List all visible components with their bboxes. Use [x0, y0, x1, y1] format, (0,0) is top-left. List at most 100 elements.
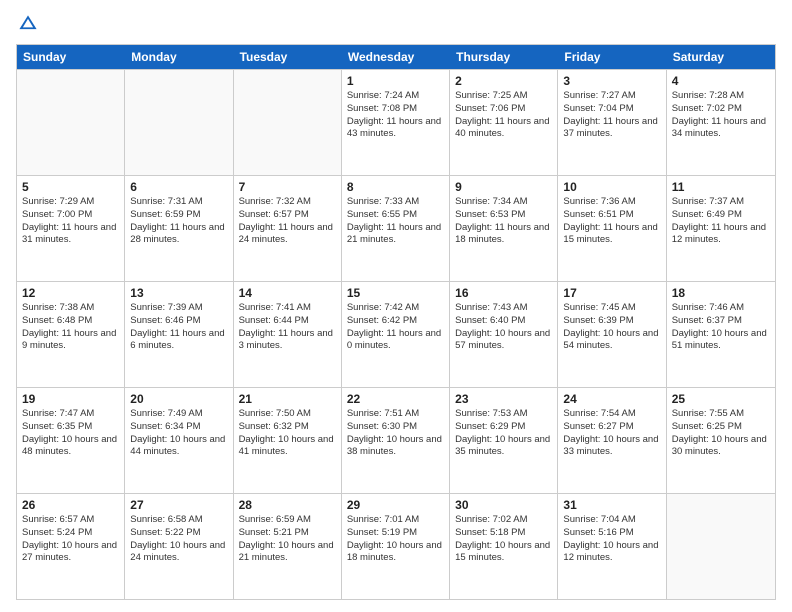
day-header-thursday: Thursday	[450, 45, 558, 69]
day-cell-1: 1 Sunrise: 7:24 AM Sunset: 7:08 PM Daylig…	[342, 70, 450, 175]
day-number: 7	[239, 180, 336, 194]
week-row-5: 26Sunrise: 6:57 AM Sunset: 5:24 PM Dayli…	[17, 493, 775, 599]
logo	[16, 12, 44, 36]
day-info: Sunrise: 7:24 AM Sunset: 7:08 PM Dayligh…	[347, 90, 444, 141]
day-cell-18: 18 Sunrise: 7:46 AM Sunset: 6:37 PM Dayli…	[667, 282, 775, 387]
day-number: 31	[563, 498, 660, 512]
day-cell-24: 24 Sunrise: 7:54 AM Sunset: 6:27 PM Dayli…	[558, 388, 666, 493]
day-number: 11	[672, 180, 770, 194]
day-info: Sunrise: 7:33 AM Sunset: 6:55 PM Dayligh…	[347, 196, 444, 247]
day-number: 24	[563, 392, 660, 406]
day-info: Sunrise: 7:42 AM Sunset: 6:42 PM Dayligh…	[347, 302, 444, 353]
day-info: Sunrise: 7:36 AM Sunset: 6:51 PM Dayligh…	[563, 196, 660, 247]
day-number: 23	[455, 392, 552, 406]
header	[16, 12, 776, 36]
day-number: 18	[672, 286, 770, 300]
week-row-4: 19 Sunrise: 7:47 AM Sunset: 6:35 PM Dayli…	[17, 387, 775, 493]
day-cell-7: 7 Sunrise: 7:32 AM Sunset: 6:57 PM Daylig…	[234, 176, 342, 281]
day-cell-31: 31 Sunrise: 7:04 AM Sunset: 5:16 PM Dayli…	[558, 494, 666, 599]
day-info: Sunrise: 7:45 AM Sunset: 6:39 PM Dayligh…	[563, 302, 660, 353]
day-number: 8	[347, 180, 444, 194]
day-number: 25	[672, 392, 770, 406]
day-number: 15	[347, 286, 444, 300]
day-info: Sunrise: 7:55 AM Sunset: 6:25 PM Dayligh…	[672, 408, 770, 459]
day-number: 13	[130, 286, 227, 300]
day-info: Sunrise: 7:28 AM Sunset: 7:02 PM Dayligh…	[672, 90, 770, 141]
day-info: Sunrise: 6:59 AM Sunset: 5:21 PM Dayligh…	[239, 514, 336, 565]
day-info: Sunrise: 7:29 AM Sunset: 7:00 PM Dayligh…	[22, 196, 119, 247]
day-info: Sunrise: 7:34 AM Sunset: 6:53 PM Dayligh…	[455, 196, 552, 247]
day-info: Sunrise: 6:57 AM Sunset: 5:24 PM Dayligh…	[22, 514, 119, 565]
day-number: 21	[239, 392, 336, 406]
page: SundayMondayTuesdayWednesdayThursdayFrid…	[0, 0, 792, 612]
day-header-sunday: Sunday	[17, 45, 125, 69]
calendar: SundayMondayTuesdayWednesdayThursdayFrid…	[16, 44, 776, 600]
day-cell-22: 22Sunrise: 7:51 AM Sunset: 6:30 PM Dayli…	[342, 388, 450, 493]
day-info: Sunrise: 6:58 AM Sunset: 5:22 PM Dayligh…	[130, 514, 227, 565]
day-info: Sunrise: 7:32 AM Sunset: 6:57 PM Dayligh…	[239, 196, 336, 247]
day-info: Sunrise: 7:02 AM Sunset: 5:18 PM Dayligh…	[455, 514, 552, 565]
day-info: Sunrise: 7:50 AM Sunset: 6:32 PM Dayligh…	[239, 408, 336, 459]
day-cell-14: 14Sunrise: 7:41 AM Sunset: 6:44 PM Dayli…	[234, 282, 342, 387]
day-cell-29: 29Sunrise: 7:01 AM Sunset: 5:19 PM Dayli…	[342, 494, 450, 599]
day-cell-23: 23 Sunrise: 7:53 AM Sunset: 6:29 PM Dayli…	[450, 388, 558, 493]
day-info: Sunrise: 7:04 AM Sunset: 5:16 PM Dayligh…	[563, 514, 660, 565]
day-cell-13: 13 Sunrise: 7:39 AM Sunset: 6:46 PM Dayli…	[125, 282, 233, 387]
day-number: 2	[455, 74, 552, 88]
day-cell-27: 27 Sunrise: 6:58 AM Sunset: 5:22 PM Dayli…	[125, 494, 233, 599]
day-number: 19	[22, 392, 119, 406]
day-info: Sunrise: 7:54 AM Sunset: 6:27 PM Dayligh…	[563, 408, 660, 459]
empty-cell	[234, 70, 342, 175]
day-cell-4: 4 Sunrise: 7:28 AM Sunset: 7:02 PM Daylig…	[667, 70, 775, 175]
day-number: 1	[347, 74, 444, 88]
day-number: 4	[672, 74, 770, 88]
empty-cell	[125, 70, 233, 175]
day-cell-30: 30 Sunrise: 7:02 AM Sunset: 5:18 PM Dayli…	[450, 494, 558, 599]
day-cell-15: 15 Sunrise: 7:42 AM Sunset: 6:42 PM Dayli…	[342, 282, 450, 387]
day-cell-21: 21 Sunrise: 7:50 AM Sunset: 6:32 PM Dayli…	[234, 388, 342, 493]
day-cell-5: 5 Sunrise: 7:29 AM Sunset: 7:00 PM Daylig…	[17, 176, 125, 281]
day-number: 20	[130, 392, 227, 406]
day-cell-26: 26Sunrise: 6:57 AM Sunset: 5:24 PM Dayli…	[17, 494, 125, 599]
day-info: Sunrise: 7:49 AM Sunset: 6:34 PM Dayligh…	[130, 408, 227, 459]
week-row-3: 12Sunrise: 7:38 AM Sunset: 6:48 PM Dayli…	[17, 281, 775, 387]
day-cell-20: 20 Sunrise: 7:49 AM Sunset: 6:34 PM Dayli…	[125, 388, 233, 493]
day-number: 27	[130, 498, 227, 512]
logo-icon	[16, 12, 40, 36]
day-number: 16	[455, 286, 552, 300]
day-number: 30	[455, 498, 552, 512]
day-number: 5	[22, 180, 119, 194]
day-info: Sunrise: 7:39 AM Sunset: 6:46 PM Dayligh…	[130, 302, 227, 353]
calendar-header: SundayMondayTuesdayWednesdayThursdayFrid…	[17, 45, 775, 69]
day-info: Sunrise: 7:41 AM Sunset: 6:44 PM Dayligh…	[239, 302, 336, 353]
day-info: Sunrise: 7:38 AM Sunset: 6:48 PM Dayligh…	[22, 302, 119, 353]
week-row-2: 5 Sunrise: 7:29 AM Sunset: 7:00 PM Daylig…	[17, 175, 775, 281]
day-cell-11: 11 Sunrise: 7:37 AM Sunset: 6:49 PM Dayli…	[667, 176, 775, 281]
day-header-monday: Monday	[125, 45, 233, 69]
day-info: Sunrise: 7:43 AM Sunset: 6:40 PM Dayligh…	[455, 302, 552, 353]
day-cell-2: 2 Sunrise: 7:25 AM Sunset: 7:06 PM Daylig…	[450, 70, 558, 175]
day-number: 17	[563, 286, 660, 300]
day-number: 28	[239, 498, 336, 512]
day-number: 6	[130, 180, 227, 194]
day-cell-17: 17 Sunrise: 7:45 AM Sunset: 6:39 PM Dayli…	[558, 282, 666, 387]
day-cell-12: 12Sunrise: 7:38 AM Sunset: 6:48 PM Dayli…	[17, 282, 125, 387]
day-cell-28: 28 Sunrise: 6:59 AM Sunset: 5:21 PM Dayli…	[234, 494, 342, 599]
day-info: Sunrise: 7:53 AM Sunset: 6:29 PM Dayligh…	[455, 408, 552, 459]
day-cell-8: 8 Sunrise: 7:33 AM Sunset: 6:55 PM Daylig…	[342, 176, 450, 281]
day-cell-6: 6 Sunrise: 7:31 AM Sunset: 6:59 PM Daylig…	[125, 176, 233, 281]
day-header-wednesday: Wednesday	[342, 45, 450, 69]
day-cell-16: 16 Sunrise: 7:43 AM Sunset: 6:40 PM Dayli…	[450, 282, 558, 387]
day-info: Sunrise: 7:46 AM Sunset: 6:37 PM Dayligh…	[672, 302, 770, 353]
empty-cell	[667, 494, 775, 599]
day-header-friday: Friday	[558, 45, 666, 69]
day-info: Sunrise: 7:31 AM Sunset: 6:59 PM Dayligh…	[130, 196, 227, 247]
day-info: Sunrise: 7:47 AM Sunset: 6:35 PM Dayligh…	[22, 408, 119, 459]
day-number: 3	[563, 74, 660, 88]
day-info: Sunrise: 7:25 AM Sunset: 7:06 PM Dayligh…	[455, 90, 552, 141]
day-info: Sunrise: 7:37 AM Sunset: 6:49 PM Dayligh…	[672, 196, 770, 247]
day-info: Sunrise: 7:01 AM Sunset: 5:19 PM Dayligh…	[347, 514, 444, 565]
day-info: Sunrise: 7:27 AM Sunset: 7:04 PM Dayligh…	[563, 90, 660, 141]
day-number: 10	[563, 180, 660, 194]
day-header-tuesday: Tuesday	[234, 45, 342, 69]
